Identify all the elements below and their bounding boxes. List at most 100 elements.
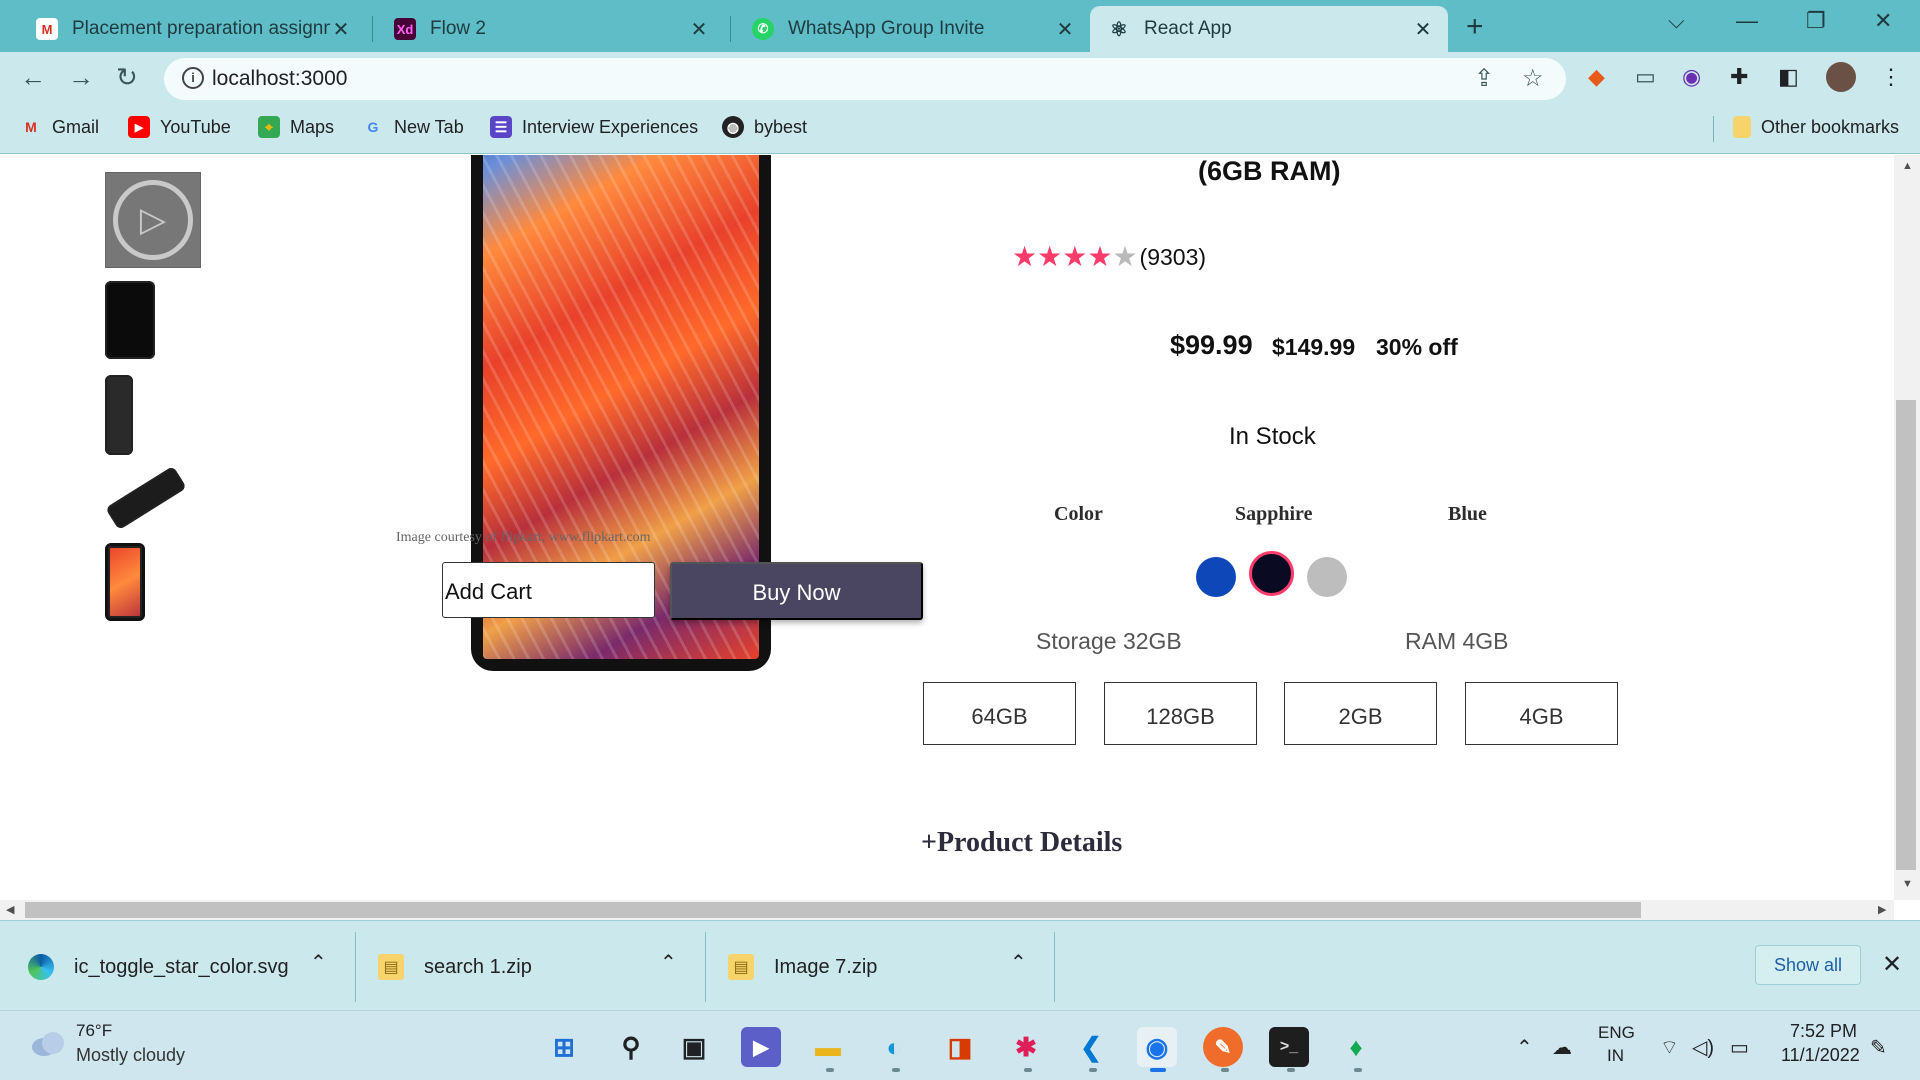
running-indicator [1089,1068,1097,1072]
horizontal-scroll-thumb[interactable] [25,902,1641,918]
extension-honey-icon[interactable]: ◆ [1588,64,1605,90]
notifications-icon[interactable]: ✎ [1870,1035,1887,1060]
search-icon[interactable]: ⚲ [611,1027,651,1067]
color-label: Color [1054,503,1103,525]
file-explorer-icon[interactable]: ▬ [808,1027,848,1067]
terminal-icon[interactable]: >_ [1269,1027,1309,1067]
mongodb-compass-icon[interactable]: ♦ [1336,1027,1376,1067]
bookmark-new-tab[interactable]: G New Tab [362,116,464,138]
bookmark-youtube[interactable]: ▶ YouTube [128,116,231,138]
thumbnail-video[interactable]: ▷ [105,172,201,268]
swatch-blue[interactable] [1196,557,1236,597]
ram-label: RAM 4GB [1405,628,1509,654]
tab-placement[interactable]: M Placement preparation assignme ✕ [18,6,366,52]
weather-cloud-icon[interactable] [28,1030,66,1056]
reload-icon[interactable]: ↻ [116,62,138,93]
wifi-icon[interactable]: ⌔ [1660,1035,1679,1060]
close-icon[interactable]: ✕ [688,17,710,42]
window-close-icon[interactable]: ✕ [1874,8,1892,34]
region-indicator[interactable]: IN [1607,1046,1624,1066]
swatch-black-selected[interactable] [1249,551,1294,596]
thumbnail-screen[interactable] [105,543,145,621]
bookmark-maps[interactable]: ⌖ Maps [258,116,334,138]
weather-description: Mostly cloudy [76,1045,186,1065]
close-icon[interactable]: ✕ [330,17,352,42]
download-item[interactable]: ▤ Image 7.zip [728,954,877,980]
side-panel-icon[interactable]: ◧ [1778,64,1799,90]
scroll-right-arrow-icon[interactable]: ▶ [1878,903,1886,916]
address-bar[interactable]: i localhost:3000 ⇪ ☆ [164,58,1566,100]
extensions-puzzle-icon[interactable]: ✚ [1730,64,1748,90]
new-tab-button[interactable]: + [1466,10,1484,44]
tab-react-app[interactable]: ⚛ React App ✕ [1090,6,1448,52]
download-item[interactable]: ic_toggle_star_color.svg [28,954,289,980]
tab-title: Flow 2 [430,18,486,39]
scroll-down-arrow-icon[interactable]: ▼ [1902,878,1913,890]
option-2gb[interactable]: 2GB [1284,682,1437,745]
windows-start-icon[interactable]: ⊞ [544,1027,584,1067]
restore-icon[interactable]: ❐ [1806,8,1826,34]
back-icon[interactable]: ← [20,62,46,93]
download-caret-icon[interactable]: ⌃ [310,950,327,975]
close-icon[interactable]: ✕ [1412,17,1434,42]
color-picker-extension-icon[interactable]: ◉ [1682,64,1701,90]
office-icon[interactable]: ◨ [940,1027,980,1067]
clock-date[interactable]: 11/1/2022 [1781,1045,1860,1066]
bookmark-bybest[interactable]: ◍ bybest [722,116,807,138]
scroll-left-arrow-icon[interactable]: ◀ [6,903,14,916]
add-cart-button[interactable]: Add Cart [442,562,655,618]
postman-icon[interactable]: ✎ [1203,1027,1243,1067]
color-label-sapphire: Sapphire [1235,503,1313,525]
option-4gb[interactable]: 4GB [1465,682,1618,745]
thumbnail-front[interactable] [105,281,155,359]
tab-whatsapp[interactable]: ✆ WhatsApp Group Invite ✕ [734,6,1090,52]
swatch-silver[interactable] [1307,557,1347,597]
globe-icon: ◍ [722,116,744,138]
tab-flow[interactable]: Xd Flow 2 ✕ [376,6,724,52]
bookmark-label: bybest [754,116,808,137]
clock-time[interactable]: 7:52 PM [1790,1021,1857,1042]
option-128gb[interactable]: 128GB [1104,682,1257,745]
bookmark-star-icon[interactable]: ☆ [1522,64,1544,93]
cast-icon[interactable]: ▭ [1635,64,1656,90]
edge-icon[interactable]: ◐ [874,1027,914,1067]
menu-kebab-icon[interactable]: ⋮ [1880,64,1902,90]
share-icon[interactable]: ⇪ [1474,64,1494,93]
thumbnail-angle[interactable] [105,465,187,531]
task-view-icon[interactable]: ▣ [674,1027,714,1067]
minimize-icon[interactable]: — [1736,8,1758,34]
teams-chat-icon[interactable]: ▶ [741,1027,781,1067]
download-bar-close-icon[interactable]: ✕ [1882,950,1902,979]
tab-separator [730,16,731,42]
vscode-icon[interactable]: ❮ [1071,1027,1111,1067]
chrome-icon[interactable]: ◉ [1137,1027,1177,1067]
scroll-up-arrow-icon[interactable]: ▲ [1902,160,1913,172]
tab-search-chevron-icon[interactable]: ⌵ [1668,8,1685,34]
forward-icon[interactable]: → [68,62,94,93]
tab-title: React App [1144,18,1232,39]
thumbnail-side[interactable] [105,375,133,455]
language-indicator[interactable]: ENG [1598,1023,1635,1043]
option-64gb[interactable]: 64GB [923,682,1076,745]
profile-avatar[interactable] [1826,62,1856,92]
bookmark-interview-experiences[interactable]: ☰ Interview Experiences [490,116,698,138]
download-caret-icon[interactable]: ⌃ [660,950,677,975]
bookmark-other[interactable]: Other bookmarks [1733,116,1899,138]
onedrive-cloud-icon[interactable]: ☁ [1552,1035,1572,1060]
volume-icon[interactable]: ◁) [1692,1035,1714,1060]
download-caret-icon[interactable]: ⌃ [1010,950,1027,975]
slack-icon[interactable]: ✱ [1006,1027,1046,1067]
vertical-scroll-thumb[interactable] [1896,400,1916,870]
bookmark-gmail[interactable]: M Gmail [20,116,99,138]
battery-icon[interactable]: ▭ [1730,1035,1749,1060]
weather-temperature: 76°F [76,1021,113,1040]
product-details-toggle[interactable]: +Product Details [921,827,1122,859]
download-item[interactable]: ▤ search 1.zip [378,954,532,980]
show-hidden-icons-chevron-icon[interactable]: ⌃ [1516,1035,1533,1060]
buy-now-button[interactable]: Buy Now [670,562,923,620]
site-info-icon[interactable]: i [182,67,204,89]
show-all-button[interactable]: Show all [1755,945,1861,985]
product-page: ▷ Image courtesy of flipkart, www.flipka… [0,155,1894,900]
close-icon[interactable]: ✕ [1054,17,1076,42]
tab-strip: M Placement preparation assignme ✕ Xd Fl… [0,0,1920,52]
